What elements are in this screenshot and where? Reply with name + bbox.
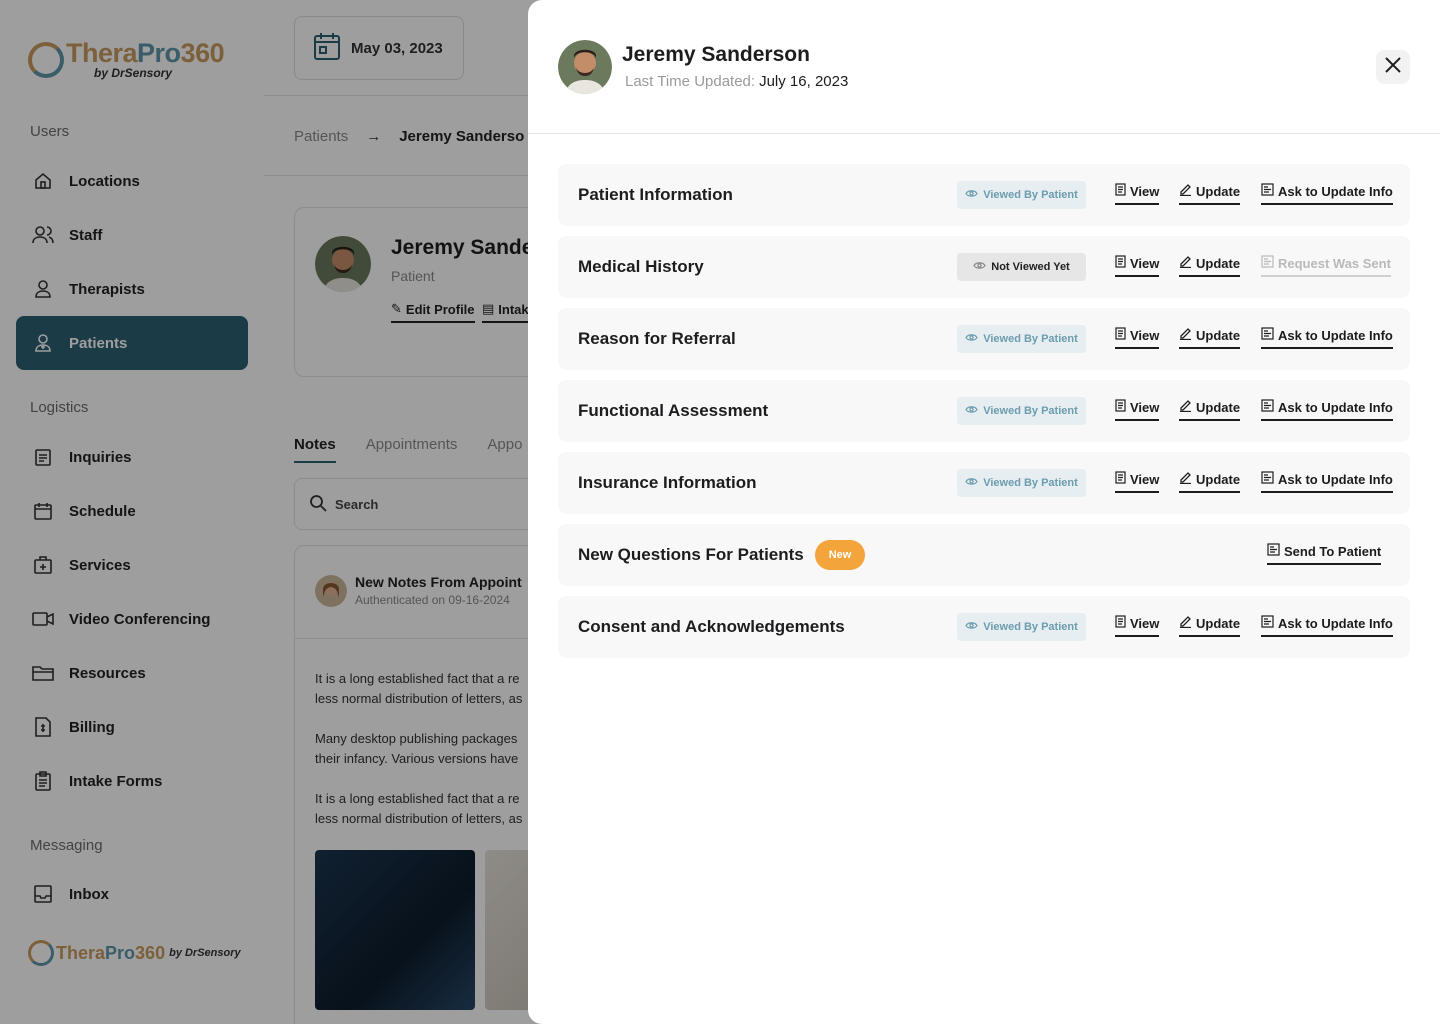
document-icon <box>1115 327 1126 343</box>
eye-icon <box>965 477 978 489</box>
update-button[interactable]: Update <box>1179 471 1241 493</box>
request-sent-button: Request Was Sent <box>1261 255 1391 277</box>
request-icon <box>1261 399 1274 415</box>
patient-name: Jeremy Sanderson <box>622 43 810 66</box>
form-row-insurance-information: Insurance Information Viewed By Patient … <box>558 452 1410 514</box>
request-icon <box>1261 471 1274 487</box>
eye-icon <box>965 333 978 345</box>
last-updated: Last Time Updated: July 16, 2023 <box>625 73 849 90</box>
modal-header: Jeremy Sanderson Last Time Updated: July … <box>528 0 1440 134</box>
request-icon <box>1261 183 1274 199</box>
form-row-new-questions: New Questions For Patients New Send To P… <box>558 524 1410 586</box>
status-badge: Viewed By Patient <box>957 181 1086 209</box>
view-button[interactable]: View <box>1115 399 1160 421</box>
view-button[interactable]: View <box>1115 471 1160 493</box>
form-row-reason-for-referral: Reason for Referral Viewed By Patient Vi… <box>558 308 1410 370</box>
view-button[interactable]: View <box>1115 183 1160 205</box>
document-icon <box>1115 615 1126 631</box>
request-icon <box>1261 255 1274 271</box>
status-badge: Viewed By Patient <box>957 397 1086 425</box>
close-button[interactable] <box>1376 50 1410 84</box>
edit-icon <box>1179 399 1192 415</box>
form-title: Consent and Acknowledgements <box>578 617 845 636</box>
edit-icon <box>1179 183 1192 199</box>
view-button[interactable]: View <box>1115 255 1160 277</box>
update-button[interactable]: Update <box>1179 399 1241 421</box>
form-row-patient-information: Patient Information Viewed By Patient Vi… <box>558 164 1410 226</box>
document-icon <box>1115 399 1126 415</box>
send-form-icon <box>1267 543 1280 559</box>
form-row-medical-history: Medical History Not Viewed Yet View Upda… <box>558 236 1410 298</box>
document-icon <box>1115 471 1126 487</box>
status-badge: Viewed By Patient <box>957 325 1086 353</box>
document-icon <box>1115 183 1126 199</box>
update-button[interactable]: Update <box>1179 255 1241 277</box>
form-row-consent: Consent and Acknowledgements Viewed By P… <box>558 596 1410 658</box>
close-icon <box>1384 56 1402 79</box>
new-badge: New <box>815 540 865 570</box>
update-button[interactable]: Update <box>1179 615 1241 637</box>
request-icon <box>1261 615 1274 631</box>
update-button[interactable]: Update <box>1179 183 1241 205</box>
form-title: Insurance Information <box>578 473 757 492</box>
edit-icon <box>1179 255 1192 271</box>
ask-to-update-button[interactable]: Ask to Update Info <box>1261 183 1393 205</box>
document-icon <box>1115 255 1126 271</box>
form-title: Medical History <box>578 257 704 276</box>
ask-to-update-button[interactable]: Ask to Update Info <box>1261 327 1393 349</box>
status-badge: Viewed By Patient <box>957 469 1086 497</box>
status-badge: Not Viewed Yet <box>957 253 1086 281</box>
status-badge: Viewed By Patient <box>957 613 1086 641</box>
form-row-functional-assessment: Functional Assessment Viewed By Patient … <box>558 380 1410 442</box>
edit-icon <box>1179 327 1192 343</box>
request-icon <box>1261 327 1274 343</box>
view-button[interactable]: View <box>1115 327 1160 349</box>
ask-to-update-button[interactable]: Ask to Update Info <box>1261 399 1393 421</box>
update-button[interactable]: Update <box>1179 327 1241 349</box>
eye-icon <box>965 189 978 201</box>
view-button[interactable]: View <box>1115 615 1160 637</box>
form-title: Patient Information <box>578 185 733 204</box>
edit-icon <box>1179 471 1192 487</box>
form-title: New Questions For Patients <box>578 545 804 564</box>
ask-to-update-button[interactable]: Ask to Update Info <box>1261 615 1393 637</box>
avatar <box>558 40 612 94</box>
form-title: Reason for Referral <box>578 329 736 348</box>
patient-forms-modal: Jeremy Sanderson Last Time Updated: July … <box>528 0 1440 1024</box>
eye-icon <box>965 405 978 417</box>
eye-icon <box>973 261 986 273</box>
eye-icon <box>965 621 978 633</box>
send-to-patient-button[interactable]: Send To Patient <box>1267 543 1382 565</box>
edit-icon <box>1179 615 1192 631</box>
ask-to-update-button[interactable]: Ask to Update Info <box>1261 471 1393 493</box>
form-title: Functional Assessment <box>578 401 769 420</box>
